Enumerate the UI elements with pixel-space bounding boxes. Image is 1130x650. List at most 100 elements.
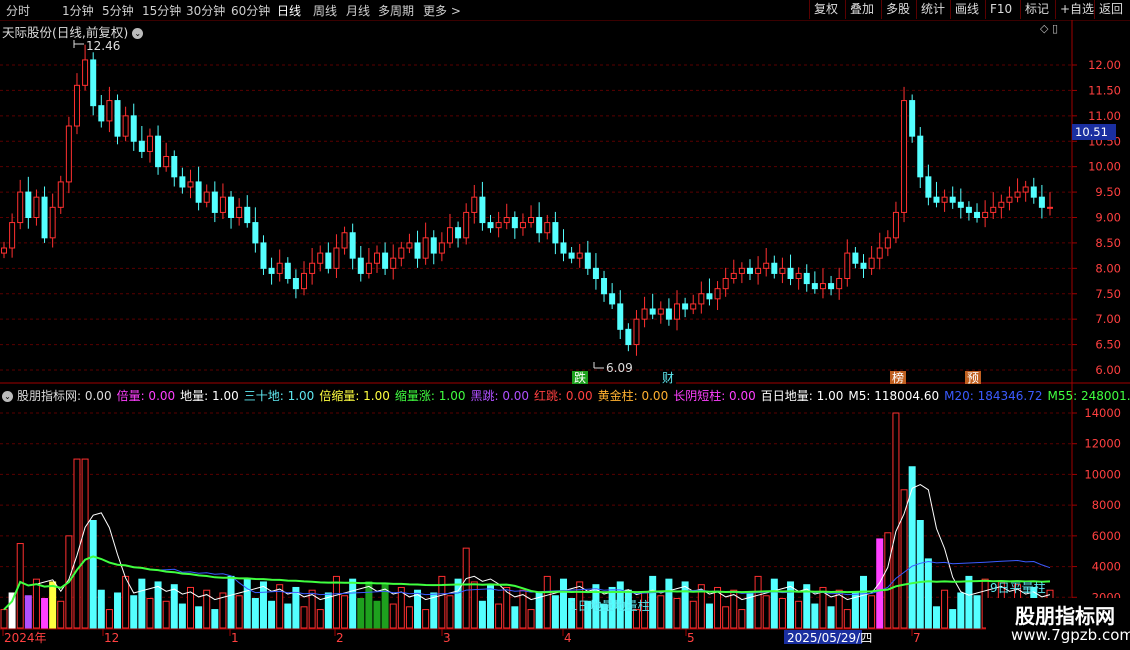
candle-body: [463, 211, 470, 239]
y-tick-label: 12000: [1084, 437, 1121, 451]
candle-body: [649, 308, 656, 315]
y-tick-label: 4000: [1092, 560, 1121, 574]
chart-canvas[interactable]: 12.0011.5011.0010.5010.009.509.008.508.0…: [0, 0, 1130, 650]
volume-bar: [251, 598, 259, 629]
y-tick-label: 12.00: [1088, 58, 1121, 72]
candle-body: [446, 227, 453, 244]
indicator-item: 三十地: 1.00: [243, 389, 315, 403]
candle-body: [219, 196, 226, 213]
panel-icons[interactable]: ◇ ▯: [1040, 22, 1058, 35]
volume-bar: [673, 598, 681, 629]
candle-body: [487, 222, 494, 229]
volume-bars: [0, 412, 1054, 629]
watermark-url: www.7gpzb.com: [1011, 626, 1130, 644]
candle-body: [925, 176, 932, 198]
volume-bar: [551, 595, 559, 629]
volume-bar: [300, 606, 308, 629]
y-tick-label: 9.00: [1095, 211, 1121, 225]
volume-bar: [787, 581, 795, 629]
candle-body: [795, 272, 802, 279]
volume-bar: [405, 606, 413, 629]
candle-body: [406, 242, 413, 249]
y-tick-label: 11.00: [1088, 109, 1121, 123]
marker-label: 跌: [574, 370, 586, 385]
volume-bar: [811, 603, 819, 629]
candle-body: [949, 196, 956, 203]
candle-body: [1030, 186, 1037, 198]
candle-body: [552, 222, 559, 244]
x-tick-label: 2: [336, 631, 344, 645]
candle-body: [114, 100, 121, 137]
candle-body: [868, 257, 875, 269]
axis-lines: [0, 20, 1130, 650]
candle-body: [771, 262, 778, 274]
marker-label: 财: [662, 371, 674, 385]
volume-bar: [73, 458, 81, 629]
volume-bar: [316, 609, 324, 629]
candle-body: [836, 278, 843, 290]
candle-body: [349, 232, 356, 259]
volume-bar: [916, 520, 924, 629]
candle-body: [584, 252, 591, 269]
volume-bar: [884, 532, 892, 629]
candle-body: [706, 293, 713, 300]
indicator-title-bar: ⌄ 股朋指标网: 0.00 倍量: 0.00 地量: 1.00 三十地: 1.00 倍缩量…: [2, 387, 1130, 404]
indicator-item: 黑跳: 0.00: [470, 389, 530, 403]
volume-bar: [24, 595, 32, 629]
candle-body: [803, 272, 810, 285]
volume-bar: [243, 578, 251, 629]
candle-body: [146, 135, 153, 152]
candle-body: [787, 267, 794, 280]
candle-body: [511, 217, 518, 229]
marker-label: 预: [967, 371, 979, 385]
candle-body: [519, 222, 526, 229]
candle-body: [163, 156, 170, 168]
candle-body: [422, 237, 429, 259]
candle-body: [909, 100, 916, 137]
y-tick-label: 6.50: [1095, 338, 1121, 352]
volume-bar: [357, 598, 365, 629]
candle-body: [892, 211, 899, 239]
candle-body: [617, 303, 624, 330]
candle-body: [1, 247, 7, 254]
candle-body: [998, 201, 1005, 208]
volume-bar: [195, 606, 203, 629]
candle-body: [179, 176, 186, 188]
candle-body: [698, 293, 705, 305]
candle-body: [779, 267, 786, 274]
volume-bar: [689, 600, 697, 629]
candle-body: [633, 318, 640, 346]
candle-body: [438, 242, 445, 254]
chevron-down-icon[interactable]: ⌄: [132, 28, 144, 39]
volume-bar: [681, 581, 689, 629]
volume-bar: [827, 606, 835, 629]
candle-body: [479, 196, 486, 224]
volume-bar: [114, 592, 122, 629]
volume-annotation: 1日地量地量柱: [570, 598, 650, 613]
volume-bar: [162, 600, 170, 629]
volume-bar: [900, 489, 908, 629]
high-label: 12.46: [86, 39, 120, 53]
marker-label: 榜: [892, 370, 904, 385]
candle-body: [187, 181, 194, 188]
volume-bar: [446, 595, 454, 629]
x-tick-label: 12: [104, 631, 119, 645]
x-tick-label: 2025/05/29/四: [787, 631, 872, 645]
candle-body: [957, 201, 964, 208]
volume-bar: [843, 609, 851, 629]
candle-body: [301, 272, 308, 290]
candle-body: [138, 140, 145, 152]
candle-body: [155, 135, 162, 168]
watermark-text: 股朋指标网: [1015, 604, 1115, 628]
y-tick-label: 11.50: [1088, 83, 1121, 97]
chevron-down-icon[interactable]: ⌄: [2, 391, 13, 402]
candle-body: [341, 232, 348, 249]
volume-bar: [89, 520, 97, 629]
candle-body: [65, 125, 72, 183]
candle-body: [755, 267, 762, 274]
candle-body: [195, 181, 202, 203]
volume-bar: [227, 575, 235, 629]
volume-bar: [932, 606, 940, 629]
current-price-tag: 10.51: [1072, 124, 1116, 140]
volume-bar: [122, 575, 130, 629]
